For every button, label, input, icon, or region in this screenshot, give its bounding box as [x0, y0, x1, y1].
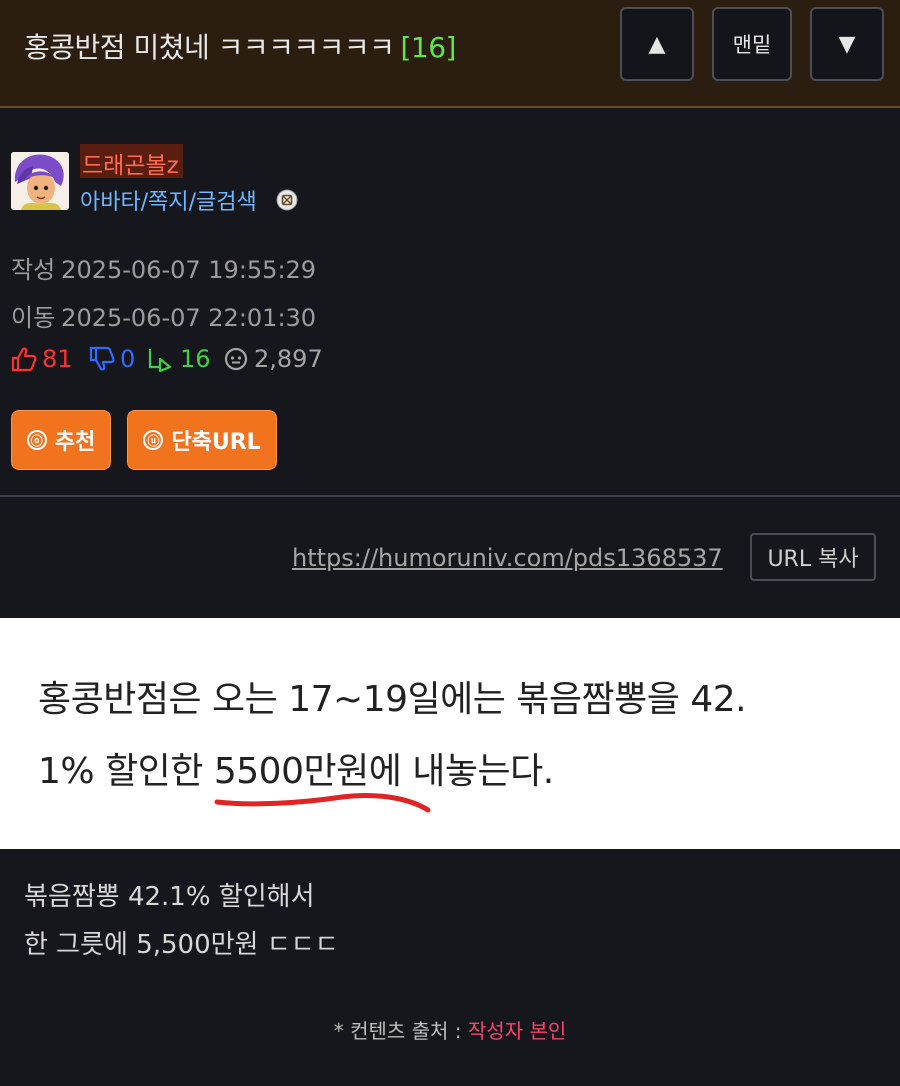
divider — [0, 495, 900, 497]
created-value: 2025-06-07 19:55:29 — [61, 256, 317, 284]
author-nickname[interactable]: 드래곤볼z — [80, 144, 183, 179]
image-text-line1: 홍콩반점은 오는 17~19일에는 볶음짬뽕을 42. — [38, 679, 747, 720]
moved-value: 2025-06-07 22:01:30 — [61, 304, 317, 332]
view-stat: 2,897 — [222, 345, 323, 373]
recommend-icon: ⓞ — [26, 430, 47, 450]
reply-arrow-icon — [148, 349, 172, 373]
reply-stat: 16 — [146, 345, 211, 373]
body-text-line2: 한 그릇에 5,500만원 ㄷㄷㄷ — [24, 930, 339, 960]
view-count: 2,897 — [254, 345, 323, 373]
source-name[interactable]: 작성자 본인 — [468, 1019, 566, 1043]
created-time: 작성 2025-06-07 19:55:29 — [11, 250, 316, 285]
arrow-up-icon: ▲ — [648, 31, 666, 57]
top-bar: 홍콩반점 미쳤네 ㅋㅋㅋㅋㅋㅋㅋ [16] ▲ 맨밑 ▼ — [0, 0, 900, 108]
scroll-down-button[interactable]: ▼ — [810, 7, 884, 81]
arrow-down-icon: ▼ — [838, 31, 856, 57]
thumbs-up-icon — [11, 347, 37, 372]
upvote-count: 81 — [42, 345, 73, 373]
recommend-button[interactable]: ⓞ 추천 — [11, 410, 111, 470]
downvote-stat: 0 — [88, 345, 135, 373]
post-title: 홍콩반점 미쳤네 ㅋㅋㅋㅋㅋㅋㅋ [16] — [24, 26, 456, 66]
post-title-text: 홍콩반점 미쳤네 ㅋㅋㅋㅋㅋㅋㅋ — [24, 31, 395, 64]
moved-label: 이동 — [11, 304, 56, 332]
downvote-count: 0 — [120, 345, 136, 373]
url-copy-button[interactable]: URL 복사 — [750, 533, 876, 581]
red-underline-mark — [214, 792, 431, 813]
recommend-label: 추천 — [54, 430, 96, 455]
post-url-link[interactable]: https://humoruniv.com/pds1368537 — [292, 544, 723, 572]
source-prefix: * 컨텐츠 출처 : — [333, 1019, 468, 1043]
comment-count[interactable]: [16] — [400, 31, 456, 64]
thumbs-down-icon — [89, 346, 115, 371]
body-text-line1: 볶음짬뽕 42.1% 할인해서 — [24, 882, 315, 912]
scroll-up-button[interactable]: ▲ — [620, 7, 694, 81]
short-url-label: 단축URL — [171, 430, 261, 455]
go-bottom-button[interactable]: 맨밑 — [712, 7, 792, 81]
created-label: 작성 — [11, 256, 56, 284]
go-bottom-label: 맨밑 — [732, 33, 772, 57]
member-badge-icon — [276, 189, 298, 211]
content-source: * 컨텐츠 출처 : 작성자 본인 — [0, 1015, 900, 1044]
reply-count: 16 — [180, 345, 211, 373]
moved-time: 이동 2025-06-07 22:01:30 — [11, 298, 316, 333]
avatar[interactable] — [11, 152, 69, 210]
image-text-line2: 1% 할인한 5500만원에 내놓는다. — [38, 751, 554, 792]
smiley-icon — [224, 347, 248, 371]
upvote-stat: 81 — [10, 345, 73, 373]
short-url-icon: ⓤ — [143, 430, 164, 450]
post-image — [0, 618, 900, 849]
short-url-button[interactable]: ⓤ 단축URL — [127, 410, 277, 470]
author-links[interactable]: 아바타/쪽지/글검색 — [80, 184, 257, 216]
